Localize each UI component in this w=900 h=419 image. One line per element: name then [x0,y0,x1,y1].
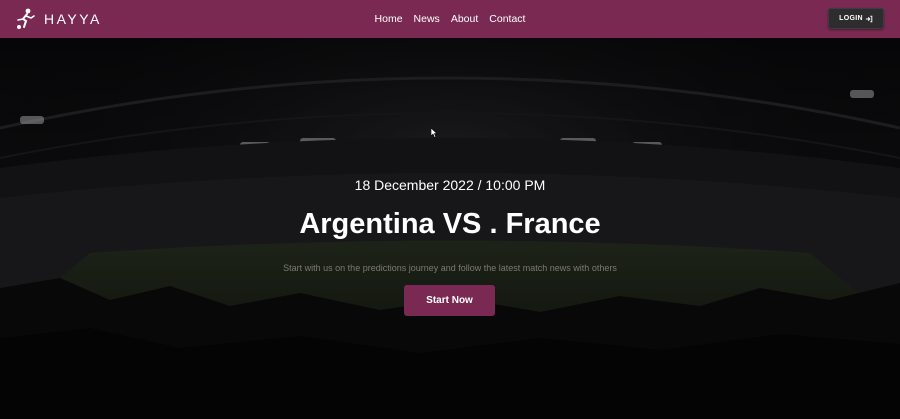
nav-about[interactable]: About [450,11,479,27]
login-arrow-icon [865,15,873,22]
hero-subtitle: Start with us on the predictions journey… [283,263,617,273]
top-navbar: HAYYA Home News About Contact LOGIN [0,0,900,38]
match-title: Argentina VS . France [299,208,601,240]
hero-section: 18 December 2022 / 10:00 PM Argentina VS… [0,38,900,419]
hero-content: 18 December 2022 / 10:00 PM Argentina VS… [0,38,900,419]
brand-name: HAYYA [44,11,102,27]
footballer-icon [17,8,35,29]
start-now-button[interactable]: Start Now [404,285,495,316]
match-date: 18 December 2022 / 10:00 PM [354,177,546,193]
login-button[interactable]: LOGIN [828,8,884,29]
login-label: LOGIN [839,15,863,22]
main-nav: Home News About Contact [0,0,900,38]
nav-home[interactable]: Home [374,11,404,27]
mouse-cursor-icon [431,128,438,138]
nav-news[interactable]: News [413,11,441,27]
brand[interactable]: HAYYA [14,7,124,31]
nav-contact[interactable]: Contact [488,11,526,27]
